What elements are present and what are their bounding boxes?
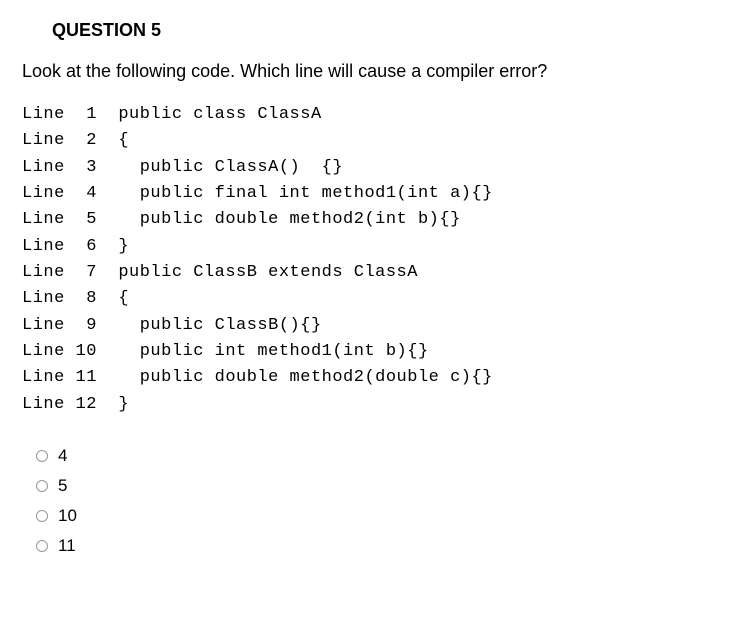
question-prompt: Look at the following code. Which line w… bbox=[22, 61, 722, 82]
option-10[interactable]: 10 bbox=[36, 506, 722, 526]
code-block: Line 1 public class ClassA Line 2 { Line… bbox=[22, 102, 722, 418]
option-label: 10 bbox=[58, 506, 77, 526]
option-4[interactable]: 4 bbox=[36, 446, 722, 466]
radio-icon bbox=[36, 540, 48, 552]
radio-icon bbox=[36, 450, 48, 462]
radio-icon bbox=[36, 510, 48, 522]
option-11[interactable]: 11 bbox=[36, 536, 722, 556]
option-5[interactable]: 5 bbox=[36, 476, 722, 496]
option-label: 5 bbox=[58, 476, 67, 496]
option-label: 11 bbox=[58, 536, 76, 556]
options-group: 4 5 10 11 bbox=[36, 446, 722, 556]
radio-icon bbox=[36, 480, 48, 492]
option-label: 4 bbox=[58, 446, 67, 466]
question-title: QUESTION 5 bbox=[52, 20, 722, 41]
